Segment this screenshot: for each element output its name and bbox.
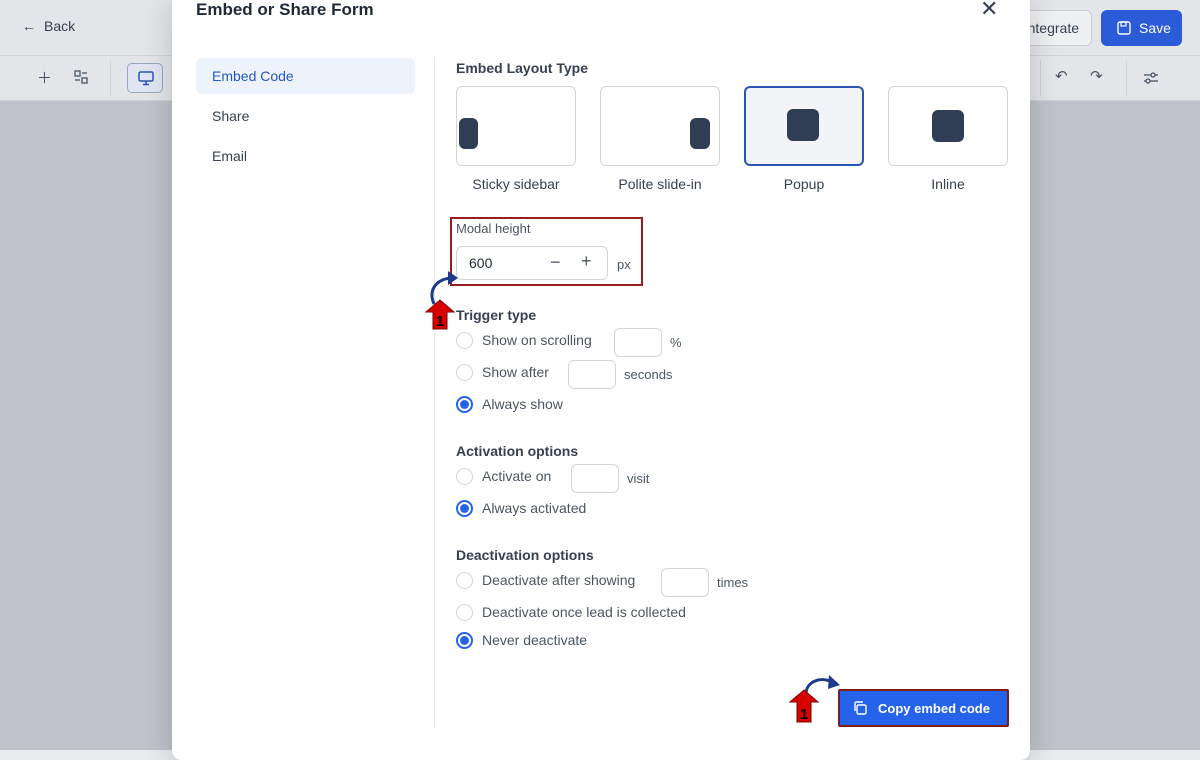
layout-option-sticky-sidebar[interactable]: [456, 86, 576, 166]
trigger-option-scrolling[interactable]: Show on scrolling: [456, 330, 592, 350]
modal-title: Embed or Share Form: [196, 0, 374, 19]
layout-label: Inline: [931, 176, 965, 192]
radio-button[interactable]: [456, 395, 473, 413]
radio-button[interactable]: [456, 603, 473, 621]
radio-button[interactable]: [456, 363, 473, 381]
deactivate-times-suffix: times: [717, 575, 749, 590]
back-button[interactable]: ← Back: [22, 18, 75, 34]
nav-item-label: Share: [212, 108, 250, 124]
inline-preview: [932, 110, 964, 142]
radio-label: Show after: [482, 364, 549, 380]
nav-item-embed-code[interactable]: Embed Code: [196, 58, 415, 94]
activation-option-always-activated[interactable]: Always activated: [456, 498, 586, 518]
nav-item-email[interactable]: Email: [196, 138, 415, 174]
radio-button[interactable]: [456, 571, 473, 589]
activate-on-suffix: visit: [627, 471, 650, 486]
layout-label: Sticky sidebar: [472, 176, 560, 192]
trigger-option-always-show[interactable]: Always show: [456, 394, 563, 414]
nav-item-label: Email: [212, 148, 248, 164]
show-after-suffix: seconds: [624, 367, 673, 382]
decrement-icon[interactable]: −: [550, 252, 561, 273]
trigger-option-show-after[interactable]: Show after: [456, 362, 549, 382]
embed-share-modal: Embed or Share Form ✕ Embed Code Share E…: [172, 0, 1030, 760]
copy-icon: [854, 701, 867, 715]
layout-label: Polite slide-in: [618, 176, 702, 192]
layout-type-title: Embed Layout Type: [456, 60, 588, 76]
toolbar-divider: [110, 60, 111, 97]
step-marker-number: 1: [436, 313, 444, 330]
deactivation-option-never[interactable]: Never deactivate: [456, 630, 587, 650]
slide-in-preview: [690, 118, 710, 149]
monitor-icon: [138, 71, 154, 86]
arrow-left-icon: ←: [22, 18, 36, 34]
back-label: Back: [44, 18, 76, 34]
redo-icon[interactable]: ↷: [1090, 67, 1103, 85]
radio-button[interactable]: [456, 331, 473, 349]
radio-label: Deactivate once lead is collected: [482, 604, 686, 620]
activation-options-title: Activation options: [456, 443, 579, 459]
embed-code-panel: Embed Layout Type Sticky sidebar Polite …: [450, 0, 1016, 750]
modal-side-nav: Embed Code Share Email: [196, 58, 415, 178]
activation-option-activate-on[interactable]: Activate on: [456, 466, 551, 486]
show-after-seconds-input[interactable]: [568, 360, 616, 389]
step-marker-number: 1: [800, 706, 808, 723]
save-button[interactable]: Save: [1101, 10, 1182, 46]
integrate-label: ntegrate: [1027, 20, 1079, 36]
deactivation-option-after-showing[interactable]: Deactivate after showing: [456, 570, 635, 590]
nav-divider: [434, 58, 435, 728]
popup-preview: [787, 109, 819, 141]
deactivation-options-title: Deactivation options: [456, 547, 594, 563]
desktop-view-button[interactable]: [127, 63, 163, 93]
activate-on-visit-input[interactable]: [571, 464, 619, 493]
layout-option-polite-slide-in[interactable]: [600, 86, 720, 166]
radio-button[interactable]: [456, 499, 473, 517]
save-label: Save: [1139, 20, 1171, 36]
scroll-percent-suffix: %: [670, 335, 682, 350]
sticky-sidebar-preview: [459, 118, 478, 149]
deactivate-times-input[interactable]: [661, 568, 709, 597]
settings-sliders-icon[interactable]: [1143, 71, 1159, 85]
radio-label: Always show: [482, 396, 563, 412]
toolbar-divider: [1126, 60, 1127, 97]
nav-item-share[interactable]: Share: [196, 98, 415, 134]
add-icon[interactable]: ＋: [37, 67, 52, 88]
modal-height-value[interactable]: 600: [469, 255, 492, 271]
save-icon: [1117, 21, 1131, 35]
nav-item-label: Embed Code: [212, 68, 294, 84]
radio-label: Never deactivate: [482, 632, 588, 648]
modal-height-unit: px: [617, 257, 631, 272]
copy-embed-code-button[interactable]: Copy embed code: [838, 689, 1009, 727]
radio-button[interactable]: [456, 631, 473, 649]
copy-button-label: Copy embed code: [878, 700, 990, 716]
modal-height-stepper[interactable]: 600 − +: [456, 246, 608, 280]
undo-icon[interactable]: ↶: [1055, 67, 1068, 85]
increment-icon[interactable]: +: [581, 251, 592, 272]
modal-height-label: Modal height: [456, 221, 531, 236]
layers-icon[interactable]: [73, 69, 89, 85]
scroll-percent-input[interactable]: [614, 328, 662, 357]
radio-button[interactable]: [456, 467, 473, 485]
radio-label: Activate on: [482, 468, 552, 484]
radio-label: Deactivate after showing: [482, 572, 636, 588]
trigger-type-title: Trigger type: [456, 307, 537, 323]
radio-label: Always activated: [482, 500, 587, 516]
layout-option-popup[interactable]: [744, 86, 864, 166]
radio-label: Show on scrolling: [482, 332, 592, 348]
step-marker-arrow-up: 1: [424, 271, 458, 330]
step-marker-arrow-right: 1: [788, 675, 840, 723]
deactivation-option-lead-collected[interactable]: Deactivate once lead is collected: [456, 602, 686, 622]
layout-label: Popup: [783, 176, 825, 192]
layout-option-inline[interactable]: [888, 86, 1008, 166]
toolbar-divider: [1040, 60, 1041, 97]
